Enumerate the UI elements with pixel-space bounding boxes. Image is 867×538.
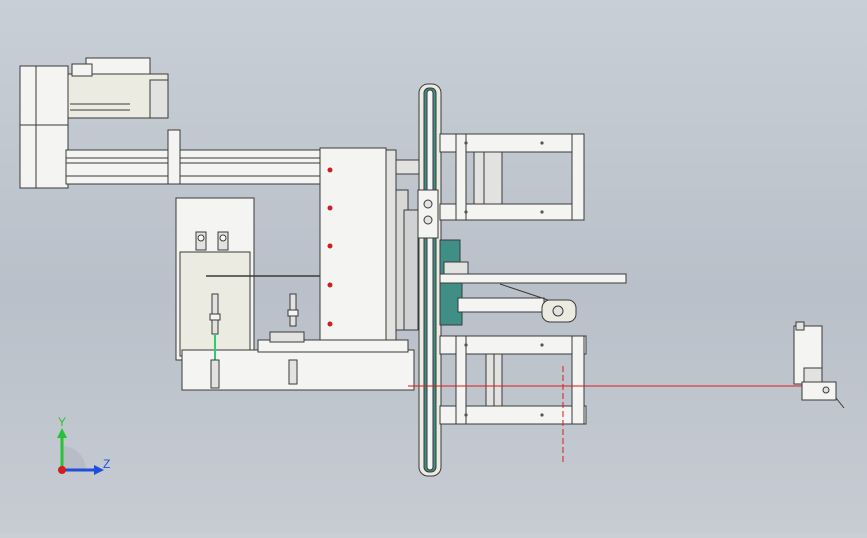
arm-plate[interactable] [439, 239, 627, 284]
motor-connector [71, 63, 93, 77]
motor-flange-block [19, 65, 69, 189]
orientation-triad: Y Z [57, 415, 110, 475]
assembly-drawing: Y Z [19, 57, 845, 477]
hub-bracket[interactable] [417, 189, 439, 239]
center-block[interactable] [319, 147, 419, 349]
y-axis-arrow-icon [57, 428, 67, 438]
upper-frame[interactable] [439, 133, 585, 221]
y-axis-label: Y [58, 415, 66, 429]
remote-sensor[interactable] [793, 321, 845, 409]
z-axis-label: Z [103, 457, 110, 471]
triad-sector [62, 446, 86, 470]
gripper-cylinder[interactable] [439, 282, 577, 326]
rail-housing [65, 149, 323, 185]
x-axis-dot [58, 466, 66, 474]
lower-frame[interactable] [439, 335, 587, 425]
cad-viewport[interactable]: Y Z [0, 0, 867, 533]
motor-top-cap [85, 57, 151, 75]
wheel-disc[interactable] [418, 83, 442, 477]
rail-clamp [167, 129, 181, 185]
